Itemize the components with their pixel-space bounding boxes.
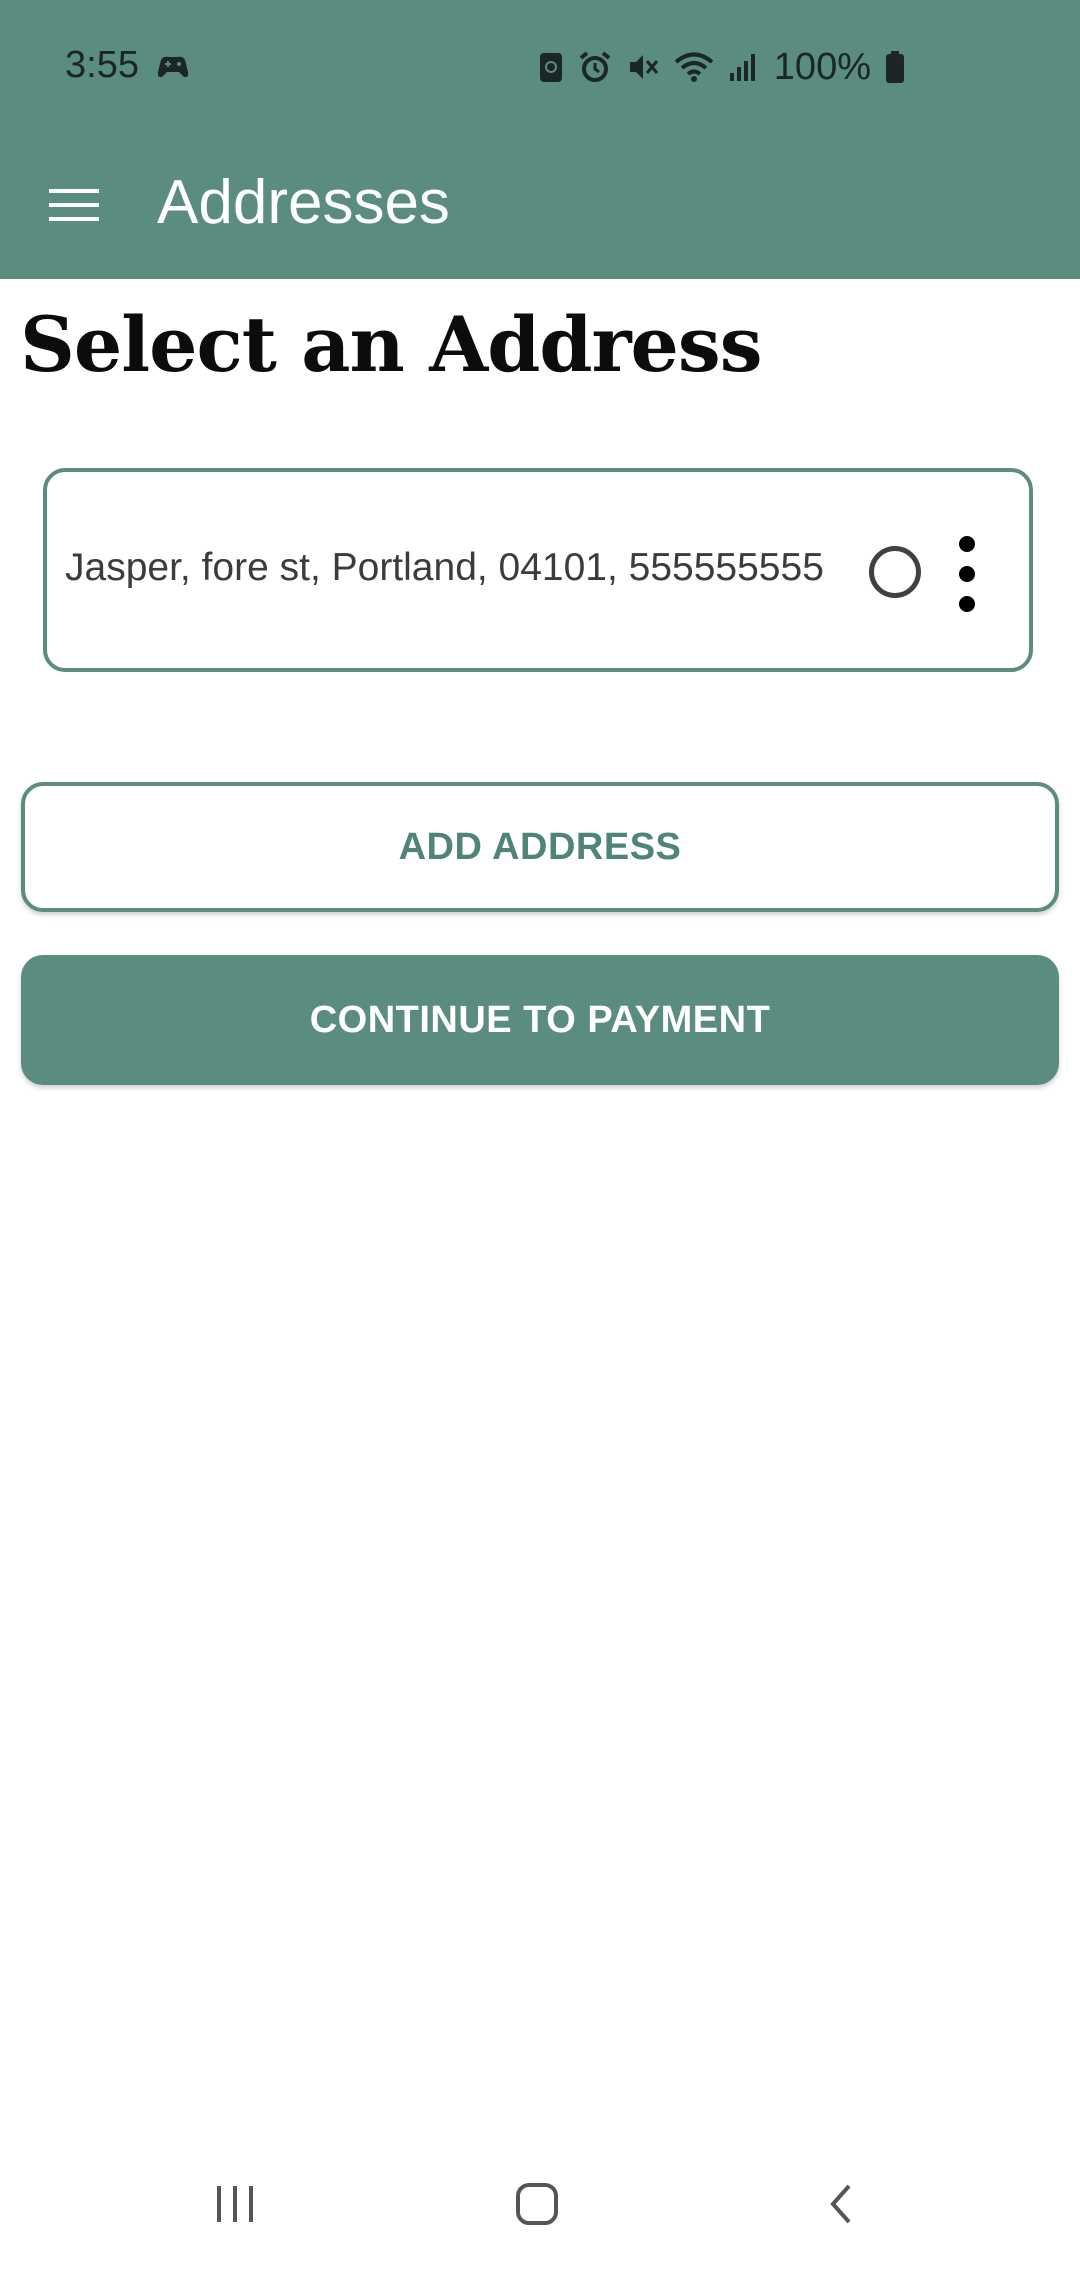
screen: 3:55 100% Addresses Select an Address Ja…: [0, 0, 1080, 2280]
back-icon: [825, 2182, 855, 2231]
status-icons: 100%: [538, 44, 905, 90]
page-title: Select an Address: [20, 300, 762, 389]
screenshot-lock-icon: [538, 50, 564, 84]
game-controller-icon: [155, 52, 191, 84]
wifi-icon: [674, 50, 714, 84]
address-radio-button[interactable]: [869, 546, 921, 598]
more-vert-icon: [959, 536, 975, 552]
recents-icon: [213, 2184, 257, 2229]
more-vert-icon-dot: [959, 566, 975, 582]
add-address-button[interactable]: ADD ADDRESS: [21, 782, 1059, 912]
vibrate-off-icon: [626, 50, 660, 84]
app-title: Addresses: [157, 168, 450, 237]
home-button[interactable]: [497, 2178, 577, 2234]
app-bar: Addresses: [0, 134, 1080, 279]
recents-button[interactable]: [195, 2178, 275, 2234]
menu-button[interactable]: [30, 169, 118, 245]
battery-icon: [885, 50, 905, 84]
system-nav-bar: [0, 2130, 1080, 2280]
more-options-button[interactable]: [943, 536, 991, 612]
address-text: Jasper, fore st, Portland, 04101, 555555…: [65, 546, 824, 589]
signal-icon: [728, 51, 760, 83]
hamburger-menu-icon: [49, 187, 99, 228]
continue-to-payment-button[interactable]: CONTINUE TO PAYMENT: [21, 955, 1059, 1085]
status-bar: 3:55 100%: [0, 0, 1080, 134]
status-time: 3:55: [65, 44, 139, 86]
alarm-icon: [578, 50, 612, 84]
back-button[interactable]: [800, 2178, 880, 2234]
battery-percent: 100%: [773, 45, 871, 88]
address-card[interactable]: Jasper, fore st, Portland, 04101, 555555…: [43, 468, 1033, 672]
more-vert-icon-dot: [959, 596, 975, 612]
home-icon: [514, 2181, 560, 2232]
